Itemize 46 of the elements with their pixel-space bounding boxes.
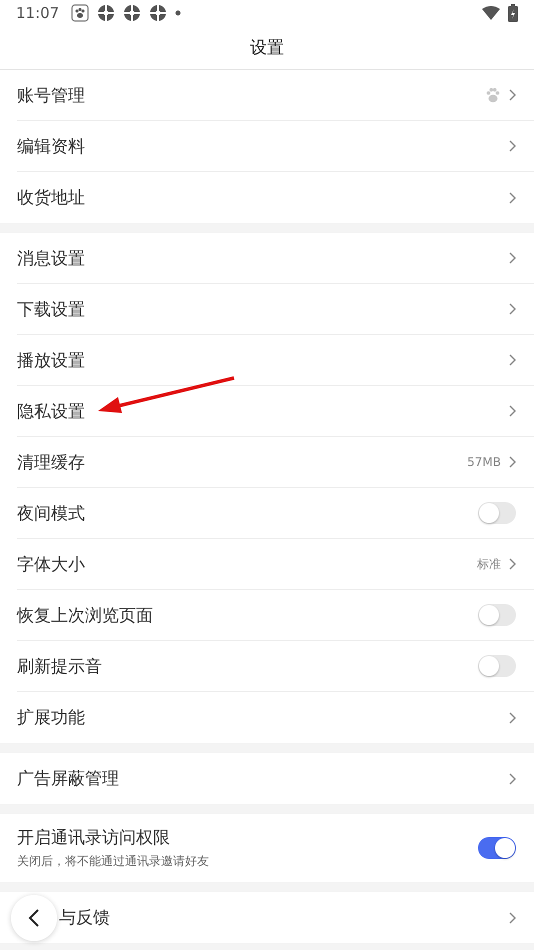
row-label: 账号管理 xyxy=(17,84,85,106)
row-label: 下载设置 xyxy=(17,298,85,320)
row-hint: 关闭后，将不能通过通讯录邀请好友 xyxy=(17,853,209,870)
row-label: 收货地址 xyxy=(17,187,85,209)
toggle-switch[interactable] xyxy=(478,502,516,524)
chevron-right-icon xyxy=(509,912,516,924)
status-time: 11:07 xyxy=(16,4,60,22)
chevron-right-icon xyxy=(509,252,516,264)
chevron-right-icon xyxy=(509,192,516,204)
toggle-switch[interactable] xyxy=(478,604,516,626)
wifi-icon xyxy=(482,6,500,20)
chevron-right-icon xyxy=(509,712,516,724)
row-label: 夜间模式 xyxy=(17,502,85,524)
dot-icon xyxy=(175,10,182,16)
chevron-right-icon xyxy=(509,456,516,468)
toggle-switch[interactable] xyxy=(478,837,516,859)
toggle-switch[interactable] xyxy=(478,655,516,677)
chevron-right-icon xyxy=(509,558,516,570)
chevron-right-icon xyxy=(509,89,516,101)
row-label: 恢复上次浏览页面 xyxy=(17,604,153,626)
row-label: 刷新提示音 xyxy=(17,656,102,678)
row-label: 与反馈 xyxy=(59,907,110,929)
row-label: 开启通讯录访问权限 xyxy=(17,827,170,849)
chevron-right-icon xyxy=(509,405,516,417)
battery-icon xyxy=(508,4,518,22)
paw-app-icon xyxy=(71,4,90,22)
row-value: 57MB xyxy=(467,455,501,469)
row-label: 字体大小 xyxy=(17,554,85,576)
chevron-left-icon xyxy=(28,908,40,926)
row-value: 标准 xyxy=(477,556,501,572)
back-button[interactable] xyxy=(11,894,57,940)
row-label: 扩展功能 xyxy=(17,707,85,729)
chevron-right-icon xyxy=(509,772,516,784)
pinwheel-icon xyxy=(123,4,142,22)
chevron-right-icon xyxy=(509,140,516,152)
row-label: 清理缓存 xyxy=(17,452,85,474)
chevron-right-icon xyxy=(509,354,516,366)
row-label: 编辑资料 xyxy=(17,136,85,158)
row-label: 广告屏蔽管理 xyxy=(17,768,119,790)
row-label: 播放设置 xyxy=(17,350,85,372)
row-label: 隐私设置 xyxy=(17,400,85,422)
pinwheel-icon xyxy=(97,4,116,22)
page-title: 设置 xyxy=(250,37,284,59)
chevron-right-icon xyxy=(509,303,516,315)
row-label: 消息设置 xyxy=(17,248,85,270)
pinwheel-icon xyxy=(149,4,168,22)
